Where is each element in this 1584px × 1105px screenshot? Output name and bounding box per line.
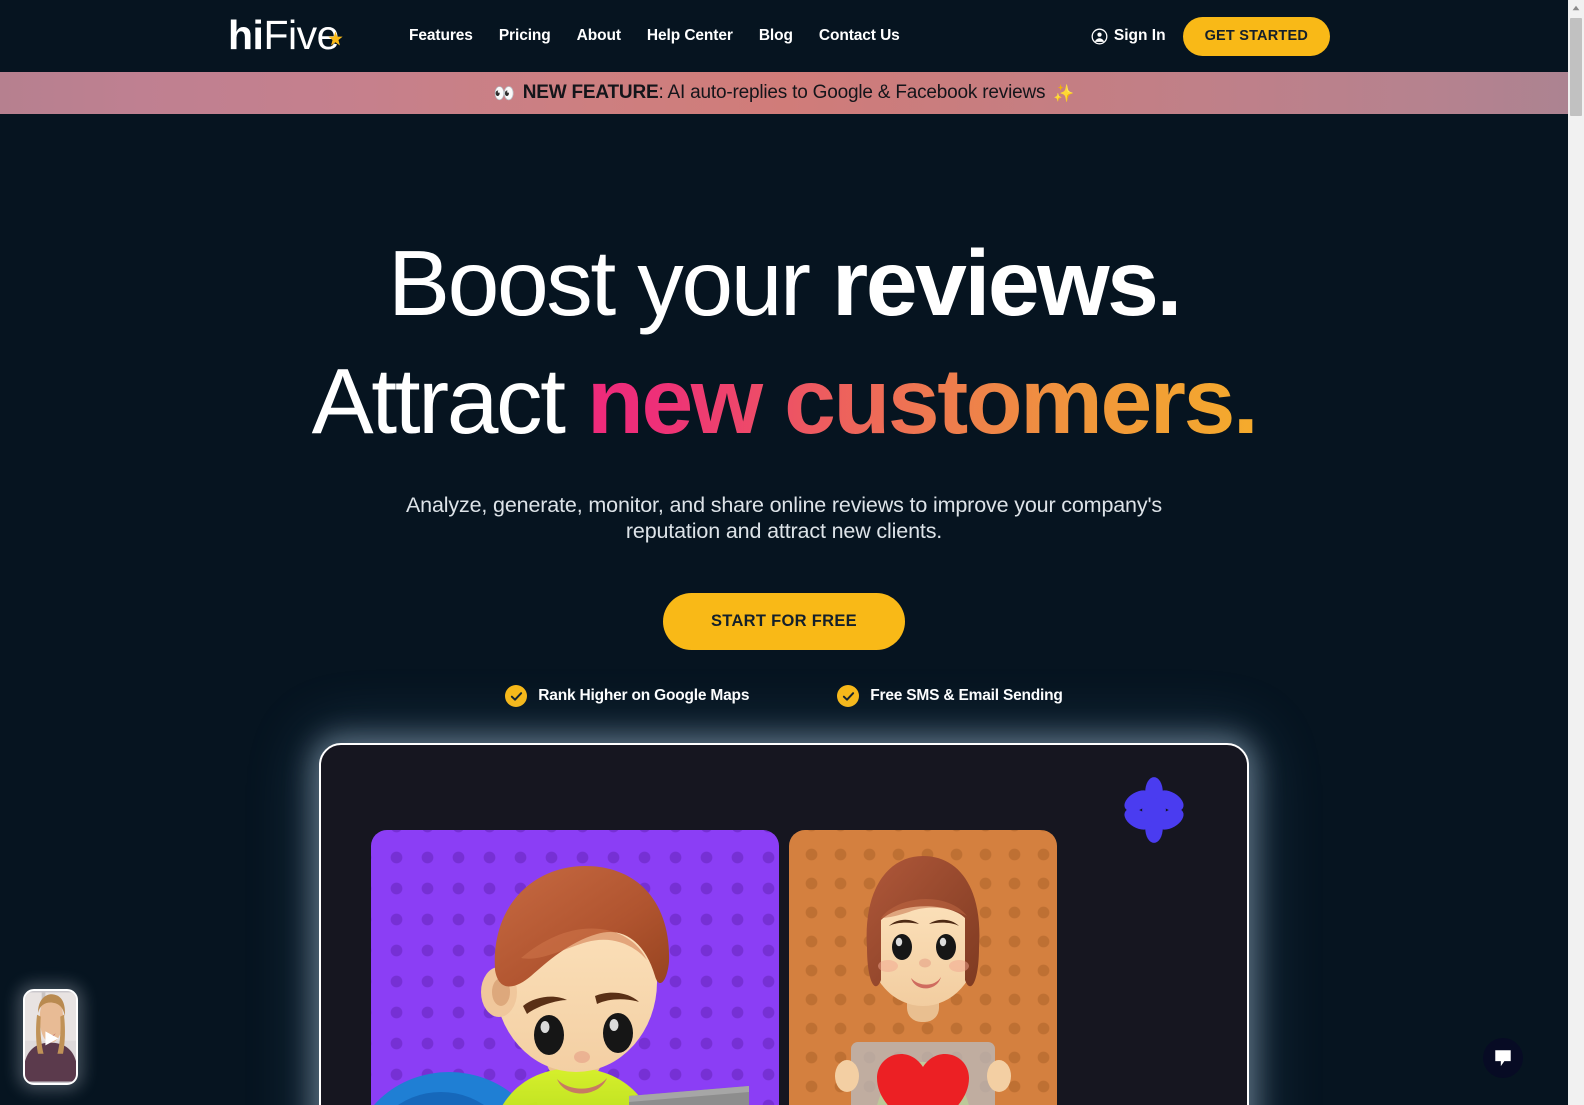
sparkles-emoji-icon: ✨	[1053, 83, 1075, 103]
hero-section: Boost your reviews. Attract new customer…	[0, 114, 1568, 1105]
check-circle-icon	[505, 685, 528, 707]
chat-widget-button[interactable]	[1483, 1038, 1523, 1078]
scrollbar-thumb[interactable]	[1570, 18, 1582, 116]
announcement-rest: : AI auto-replies to Google & Facebook r…	[658, 82, 1046, 103]
feature-label: Rank Higher on Google Maps	[538, 687, 750, 704]
nav-item-pricing[interactable]: Pricing	[499, 27, 551, 45]
brand-logo-hi: hi	[228, 12, 264, 58]
eyes-emoji-icon: 👀	[493, 83, 515, 103]
nav-item-about[interactable]: About	[577, 27, 621, 45]
floating-video-widget[interactable]	[23, 989, 78, 1085]
page-content: hiFive Features Pricing About Help Cente…	[0, 0, 1568, 1105]
chat-bubble-icon	[1493, 1048, 1513, 1068]
start-for-free-button[interactable]: START FOR FREE	[663, 593, 905, 650]
headline-line-2: Attract new customers.	[0, 342, 1568, 460]
headline-gradient-2: new customers.	[587, 349, 1259, 453]
site-header: hiFive Features Pricing About Help Cente…	[0, 0, 1568, 72]
video-thumbnail	[25, 992, 76, 1082]
blue-flower-asterisk-icon	[1119, 775, 1189, 845]
girl-holding-heart-sign-illustration	[789, 830, 1057, 1105]
nav-item-contact-us[interactable]: Contact Us	[819, 27, 900, 45]
hero-media-card	[319, 743, 1249, 1105]
announcement-banner[interactable]: 👀 NEW FEATURE: AI auto-replies to Google…	[0, 72, 1568, 114]
headline-plain-2: Attract	[311, 349, 588, 453]
hero-subtitle-line-1: Analyze, generate, monitor, and share on…	[405, 493, 1163, 517]
page-title: Boost your reviews. Attract new customer…	[0, 224, 1568, 460]
hero-subtitle: Analyze, generate, monitor, and share on…	[0, 492, 1568, 544]
scroll-up-arrow-icon[interactable]	[1568, 0, 1584, 16]
feature-item-rank-higher: Rank Higher on Google Maps	[505, 685, 749, 707]
user-circle-icon	[1091, 28, 1108, 45]
feature-item-free-sms-email: Free SMS & Email Sending	[837, 685, 1063, 707]
feature-label: Free SMS & Email Sending	[870, 687, 1063, 704]
get-started-button[interactable]: GET STARTED	[1182, 16, 1330, 56]
boy-with-laptop-illustration	[371, 830, 779, 1105]
headline-plain-1: Boost your	[388, 231, 833, 335]
sign-in-label: Sign In	[1113, 27, 1166, 44]
brand-logo[interactable]: hiFive	[228, 12, 343, 58]
hero-subtitle-line-2: reputation and attract new clients.	[625, 519, 943, 543]
sign-in-link[interactable]: Sign In	[1091, 27, 1166, 45]
browser-viewport: hiFive Features Pricing About Help Cente…	[0, 0, 1584, 1105]
browser-scrollbar[interactable]	[1568, 0, 1584, 1105]
hero-cta-wrapper: START FOR FREE	[0, 593, 1568, 650]
header-actions: Sign In GET STARTED	[1091, 0, 1330, 72]
hero-media-wrapper	[0, 743, 1568, 1105]
headline-line-1: Boost your reviews.	[0, 224, 1568, 342]
main-navigation: Features Pricing About Help Center Blog …	[409, 0, 900, 72]
announcement-text: 👀 NEW FEATURE: AI auto-replies to Google…	[494, 82, 1075, 104]
check-circle-icon	[837, 685, 860, 707]
nav-item-help-center[interactable]: Help Center	[647, 27, 733, 45]
star-icon	[327, 12, 344, 46]
nav-item-blog[interactable]: Blog	[759, 27, 793, 45]
nav-item-features[interactable]: Features	[409, 27, 473, 45]
headline-bold-1: reviews.	[832, 231, 1182, 335]
hero-feature-list: Rank Higher on Google Maps Free SMS & Em…	[0, 685, 1568, 707]
announcement-strong: NEW FEATURE	[522, 82, 659, 103]
